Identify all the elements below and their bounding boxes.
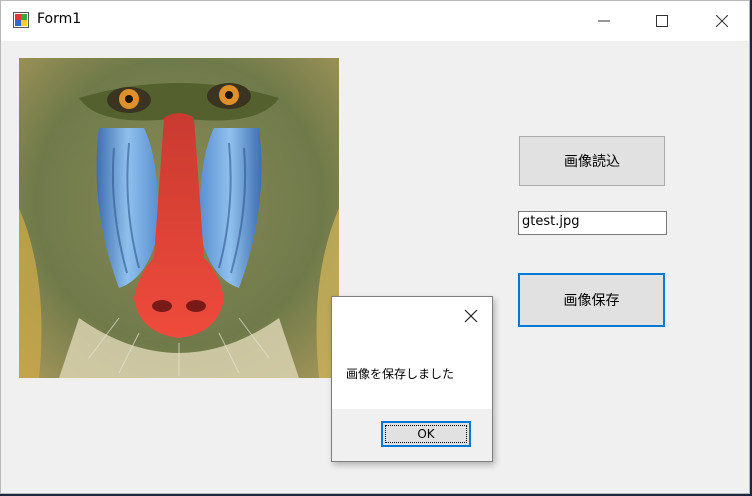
mandrill-photo — [19, 58, 339, 378]
window-title: Form1 — [37, 11, 82, 27]
close-icon — [464, 309, 478, 323]
ok-button[interactable]: OK — [381, 421, 471, 447]
maximize-icon — [656, 15, 668, 27]
load-image-button[interactable]: 画像読込 — [519, 136, 665, 186]
close-icon — [716, 15, 728, 27]
filename-textbox[interactable]: gtest.jpg — [518, 211, 667, 235]
minimize-button[interactable] — [581, 1, 627, 41]
dialog-close-button[interactable] — [462, 307, 480, 325]
save-image-button[interactable]: 画像保存 — [518, 273, 665, 327]
dialog-message: 画像を保存しました — [346, 367, 455, 381]
message-box: 画像を保存しました OK — [331, 296, 493, 462]
main-window: Form1 画像読込 gtest.jpg 画像保存 画像を保存しました OK — [0, 0, 750, 494]
close-button[interactable] — [699, 1, 745, 41]
maximize-button[interactable] — [639, 1, 685, 41]
form-app-icon — [13, 12, 29, 28]
picture-box — [19, 58, 339, 378]
minimize-icon — [598, 20, 610, 22]
title-bar[interactable]: Form1 — [1, 1, 749, 41]
dialog-footer: OK — [332, 409, 492, 461]
